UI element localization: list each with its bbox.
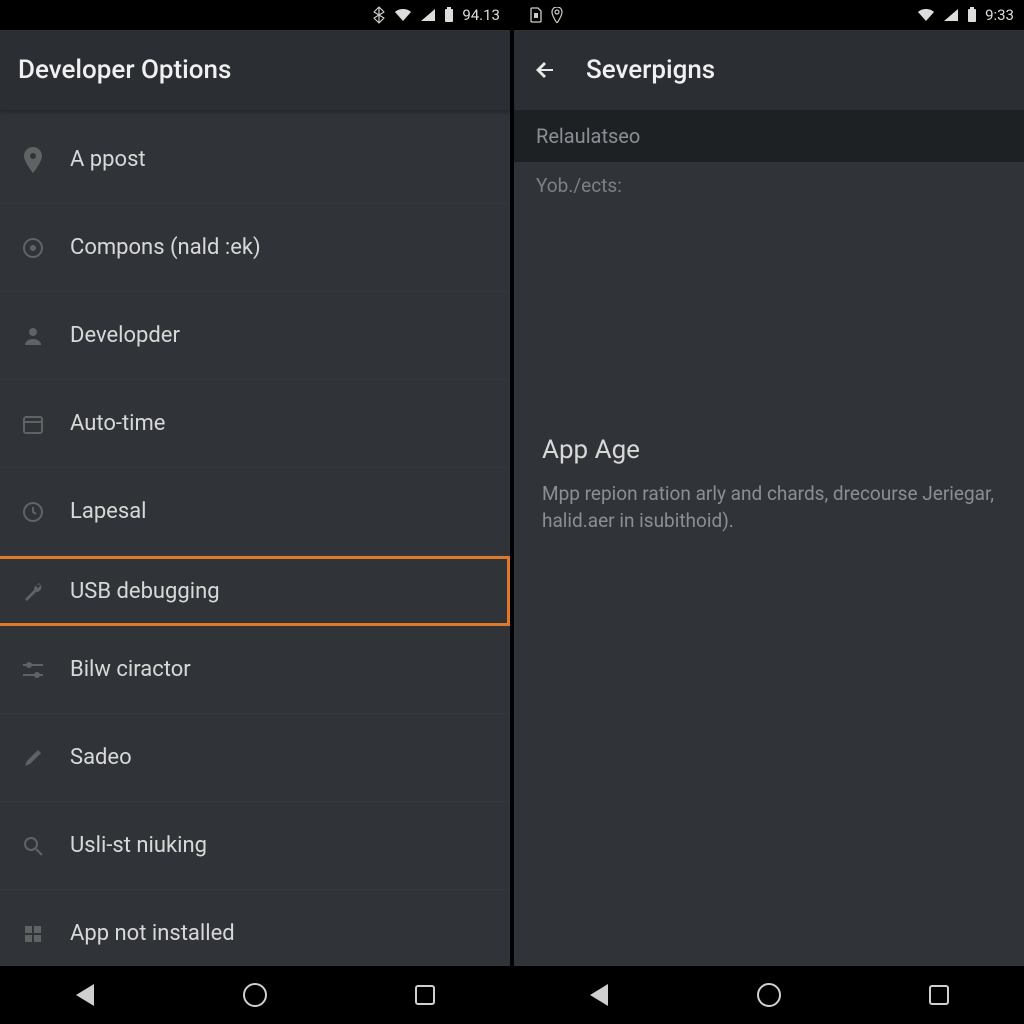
wrench-icon bbox=[18, 576, 48, 606]
person-icon bbox=[18, 321, 48, 351]
bluetooth-icon bbox=[372, 6, 386, 24]
nav-bar bbox=[0, 966, 510, 1024]
location-icon bbox=[550, 7, 564, 23]
nav-back-button[interactable] bbox=[65, 975, 105, 1015]
nav-home-button[interactable] bbox=[235, 975, 275, 1015]
item-label: Auto-time bbox=[70, 411, 165, 436]
back-button[interactable] bbox=[532, 56, 560, 84]
section-subtext: Yob./ects: bbox=[514, 162, 1024, 215]
content-title: App Age bbox=[542, 435, 996, 465]
list-item[interactable]: Bilw ciractor bbox=[0, 626, 510, 714]
list-item-usb-debugging[interactable]: USB debugging bbox=[0, 556, 510, 626]
nav-home-button[interactable] bbox=[749, 975, 789, 1015]
item-label: Compons (nald :ek) bbox=[70, 235, 261, 260]
item-label: App not installed bbox=[70, 921, 235, 946]
nav-recents-button[interactable] bbox=[405, 975, 445, 1015]
item-label: Sadeo bbox=[70, 745, 132, 770]
content-description: Mpp repion ration arly and chards, dreco… bbox=[542, 481, 996, 534]
page-title: Developer Options bbox=[18, 55, 231, 85]
list-item[interactable]: Auto-time bbox=[0, 380, 510, 468]
pin-icon bbox=[18, 145, 48, 175]
phone-left: 94.13 Developer Options A ppost Compons … bbox=[0, 0, 512, 1024]
signal-icon bbox=[420, 8, 436, 22]
search-icon bbox=[18, 831, 48, 861]
status-bar: 9:33 bbox=[514, 0, 1024, 30]
phone-right: 9:33 Severpigns Relaulatseo Yob./ects: A… bbox=[512, 0, 1024, 1024]
slider-icon bbox=[18, 655, 48, 685]
nav-recents-button[interactable] bbox=[919, 975, 959, 1015]
nav-bar bbox=[514, 966, 1024, 1024]
list-item[interactable]: Sadeo bbox=[0, 714, 510, 802]
page-title: Severpigns bbox=[586, 55, 715, 85]
app-icon bbox=[18, 919, 48, 949]
status-time: 94.13 bbox=[462, 6, 500, 24]
content-block: App Age Mpp repion ration arly and chard… bbox=[514, 215, 1024, 534]
item-label: USB debugging bbox=[70, 579, 220, 604]
gear-icon bbox=[18, 233, 48, 263]
list-item[interactable]: Usli-st niuking bbox=[0, 802, 510, 890]
sim-icon bbox=[530, 7, 542, 23]
section-header: Relaulatseo bbox=[514, 110, 1024, 162]
header: Severpigns bbox=[514, 30, 1024, 110]
clock-icon bbox=[18, 497, 48, 527]
list-item[interactable]: A ppost bbox=[0, 116, 510, 204]
list-item[interactable]: App not installed bbox=[0, 890, 510, 966]
status-time: 9:33 bbox=[985, 6, 1014, 24]
battery-icon bbox=[444, 7, 454, 23]
list-item[interactable]: Developder bbox=[0, 292, 510, 380]
header: Developer Options bbox=[0, 30, 510, 110]
nav-back-button[interactable] bbox=[579, 975, 619, 1015]
calendar-icon bbox=[18, 409, 48, 439]
wifi-icon bbox=[917, 8, 935, 22]
item-label: Developder bbox=[70, 323, 180, 348]
item-label: Bilw ciractor bbox=[70, 657, 191, 682]
wifi-icon bbox=[394, 8, 412, 22]
list-item[interactable]: Compons (nald :ek) bbox=[0, 204, 510, 292]
list-item[interactable]: Lapesal bbox=[0, 468, 510, 556]
signal-icon bbox=[943, 8, 959, 22]
settings-list[interactable]: A ppost Compons (nald :ek) Developder Au… bbox=[0, 110, 510, 966]
item-label: A ppost bbox=[70, 147, 146, 172]
pencil-icon bbox=[18, 743, 48, 773]
status-bar: 94.13 bbox=[0, 0, 510, 30]
item-label: Lapesal bbox=[70, 499, 147, 524]
item-label: Usli-st niuking bbox=[70, 833, 207, 858]
battery-icon bbox=[967, 7, 977, 23]
